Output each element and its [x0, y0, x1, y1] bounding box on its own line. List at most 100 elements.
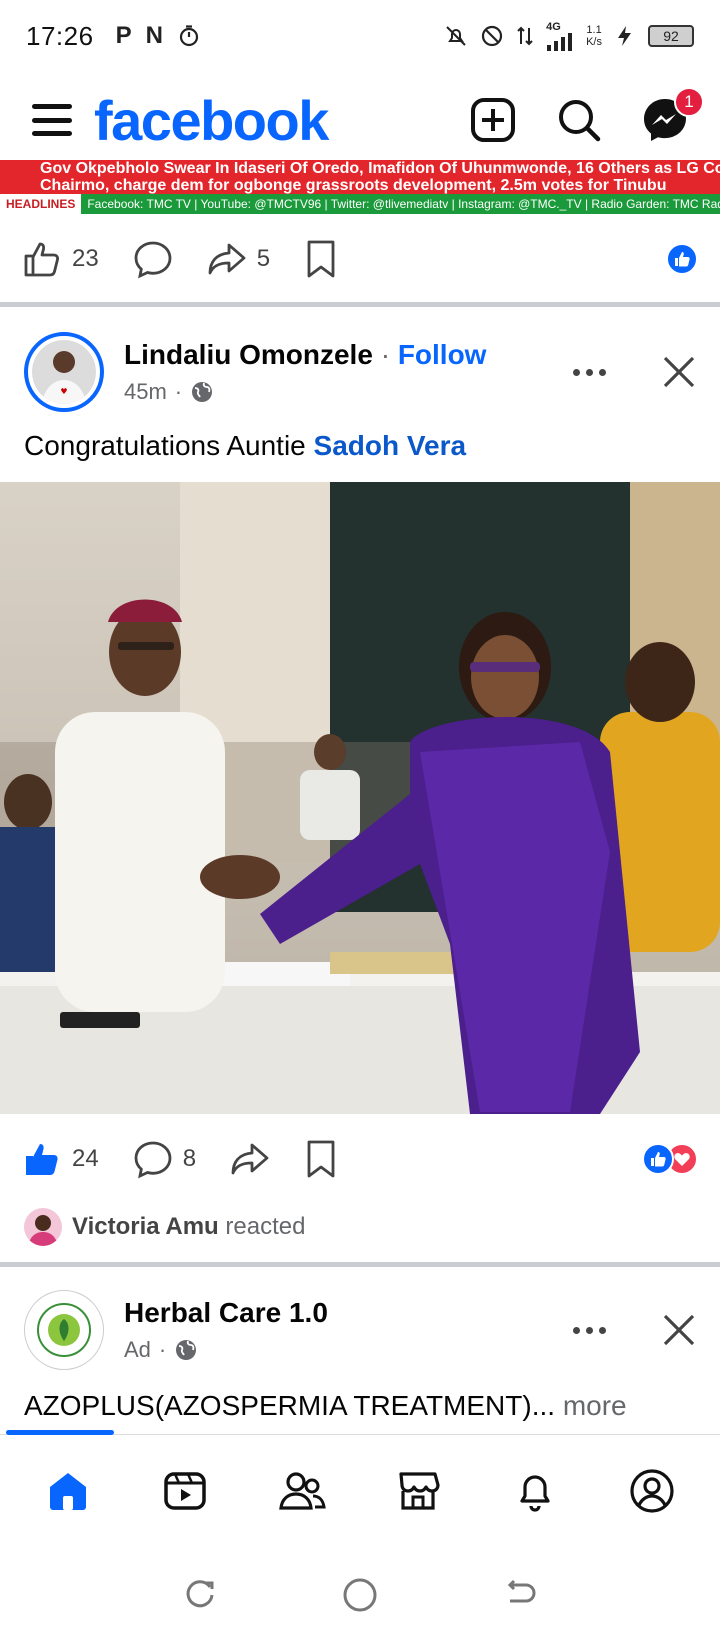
home-circle-icon[interactable]: [341, 1576, 379, 1614]
messenger-button[interactable]: 1: [640, 87, 704, 145]
messenger-badge: 1: [674, 87, 704, 117]
mention-link[interactable]: Sadoh Vera: [314, 430, 467, 461]
feed-divider: [0, 302, 720, 307]
advertiser-avatar[interactable]: [24, 1290, 104, 1370]
comment-button[interactable]: 8: [133, 1139, 196, 1179]
post-photo-illustration: [0, 482, 720, 1114]
network-type: 4G: [546, 21, 561, 33]
app-p-icon: P: [115, 22, 132, 49]
ad-caption: AZOPLUS(AZOSPERMIA TREATMENT)... more: [24, 1390, 627, 1421]
herbal-care-logo: [32, 1298, 96, 1362]
recent-apps-icon[interactable]: [182, 1577, 218, 1613]
share-icon: [231, 1143, 269, 1175]
back-icon[interactable]: [502, 1577, 538, 1613]
like-button[interactable]: 24: [22, 1139, 99, 1179]
share-button[interactable]: 5: [207, 239, 270, 279]
post-header: ♥ Lindaliu Omonzele · Follow 45m ·: [0, 322, 720, 422]
post-time[interactable]: 45m: [124, 379, 167, 405]
reaction-summary[interactable]: [642, 1143, 698, 1175]
search-icon: [559, 100, 601, 142]
bookmark-icon: [307, 240, 335, 278]
ad-label: Ad: [124, 1337, 151, 1362]
tab-home[interactable]: [38, 1461, 98, 1521]
do-not-disturb-icon: [481, 25, 503, 47]
app-n-icon: N: [145, 22, 163, 49]
svg-text:♥: ♥: [60, 387, 67, 396]
avatar-photo: ♥: [32, 340, 96, 404]
status-time: 17:26: [26, 20, 94, 51]
active-tab-indicator: [6, 1430, 114, 1435]
more-options-icon[interactable]: [573, 368, 606, 376]
close-icon[interactable]: [662, 355, 696, 389]
post-caption: Congratulations Auntie Sadoh Vera: [24, 430, 467, 461]
like-button[interactable]: 23: [22, 239, 99, 279]
bottom-navigation: [0, 1446, 720, 1536]
app-header: facebook 1: [0, 80, 720, 160]
like-count: 24: [72, 1145, 99, 1172]
notifications-icon: [520, 1475, 550, 1512]
thumbs-up-filled-icon: [26, 1144, 58, 1175]
friends-icon: [278, 1472, 326, 1510]
follow-button[interactable]: Follow: [398, 339, 487, 370]
mute-bell-icon: [446, 26, 466, 46]
tab-video[interactable]: [155, 1461, 215, 1521]
status-bar: 17:26 P N 4G 1.1 K/s 92: [0, 0, 720, 72]
system-navigation: [0, 1560, 720, 1630]
signal-icon: [547, 33, 573, 51]
advertiser-name[interactable]: Herbal Care 1.0: [124, 1297, 328, 1328]
charging-icon: [618, 26, 631, 46]
bookmark-icon: [307, 1140, 335, 1178]
name-separator: ·: [380, 339, 391, 370]
author-name[interactable]: Lindaliu Omonzele: [124, 339, 373, 370]
reactor-name: Victoria Amu: [72, 1213, 219, 1240]
net-speed: 1.1 K/s: [586, 24, 602, 48]
menu-icon[interactable]: [30, 98, 74, 142]
share-button[interactable]: [230, 1139, 270, 1179]
like-reaction-icon: [642, 1143, 674, 1175]
ticker-headline: Gov Okpebholo Swear In Idaseri Of Oredo,…: [0, 160, 720, 194]
previous-post-image-ticker: Gov Okpebholo Swear In Idaseri Of Oredo,…: [0, 160, 720, 214]
profile-icon: [630, 1469, 674, 1513]
reactor-avatar: [24, 1208, 62, 1246]
facebook-logo[interactable]: facebook: [94, 88, 329, 153]
battery-indicator: 92: [648, 25, 694, 47]
post-photo[interactable]: [0, 482, 720, 1114]
comment-button[interactable]: [133, 239, 173, 279]
share-count: 5: [256, 245, 271, 272]
save-button[interactable]: [304, 1139, 338, 1179]
time-separator: ·: [174, 379, 183, 404]
previous-post-actions: 23 5: [0, 224, 720, 294]
search-button[interactable]: [554, 95, 604, 145]
plus-square-icon: [471, 98, 515, 142]
video-icon: [164, 1472, 206, 1510]
share-icon: [208, 243, 246, 275]
marketplace-icon: [399, 1472, 440, 1510]
reaction-summary[interactable]: [666, 243, 698, 275]
feed-divider: [0, 1262, 720, 1267]
comment-icon: [134, 241, 172, 279]
ticker-label: HEADLINES: [0, 194, 82, 214]
tab-marketplace[interactable]: [388, 1461, 448, 1521]
timer-icon: [179, 25, 199, 47]
more-options-icon[interactable]: [573, 1326, 606, 1334]
ad-post-header: Herbal Care 1.0 Ad ·: [0, 1280, 720, 1380]
comment-count: 8: [182, 1145, 197, 1172]
like-reaction-icon: [666, 243, 698, 275]
close-icon[interactable]: [662, 1313, 696, 1347]
home-icon: [50, 1473, 87, 1510]
comment-icon: [134, 1141, 172, 1179]
post-actions: 24 8: [0, 1124, 720, 1194]
friend-reaction[interactable]: Victoria Amu reacted: [24, 1208, 305, 1246]
tab-notifications[interactable]: [505, 1461, 565, 1521]
ticker-social: HEADLINES Facebook: TMC TV | YouTube: @T…: [0, 194, 720, 214]
save-button[interactable]: [304, 239, 338, 279]
see-more-link[interactable]: more: [563, 1390, 627, 1421]
tab-profile[interactable]: [622, 1461, 682, 1521]
like-count: 23: [72, 245, 99, 272]
thumbs-up-outline-icon: [24, 242, 59, 277]
ad-separator: ·: [158, 1337, 167, 1362]
author-avatar[interactable]: ♥: [24, 332, 104, 412]
data-arrows-icon: [517, 26, 533, 46]
tab-friends[interactable]: [272, 1461, 332, 1521]
create-post-button[interactable]: [468, 95, 518, 145]
